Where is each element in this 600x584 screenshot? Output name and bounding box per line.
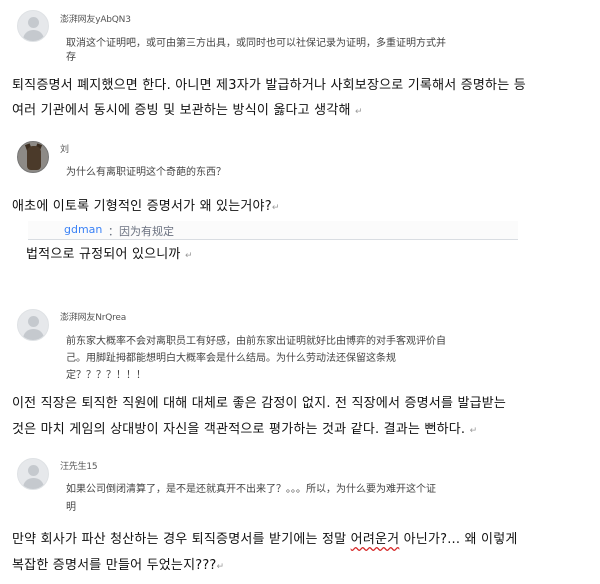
comment-text-line: 定？？？？！！！ — [66, 370, 146, 381]
translation-line: 복잡한 증명서를 만들어 두었는지???↵ — [12, 558, 225, 573]
comment-text-line: 存 — [66, 52, 76, 63]
comment-username[interactable]: 澎湃网友NrQrea — [60, 310, 126, 323]
avatar[interactable] — [17, 309, 49, 341]
return-mark-icon: ↵ — [355, 107, 363, 117]
comment-3: 澎湃网友NrQrea 前东家大概率不会对离职员工有好感，由前东家出证明就好比由博… — [0, 300, 600, 384]
comment-text-line: 如果公司倒闭清算了，是不是还就真开不出来了？。。。所以，为什么要为难开这个证 — [66, 484, 436, 495]
quote-text: ：因为有规定 — [108, 225, 174, 238]
return-mark-icon: ↵ — [216, 562, 225, 572]
translation-line: 법적으로 규정되어 있으니까 ↵ — [26, 247, 193, 262]
translation-line: 것은 마치 게임의 상대방이 자신을 객관적으로 평가하는 것과 같다. 결과는… — [12, 422, 478, 437]
return-mark-icon: ↵ — [271, 203, 280, 213]
comment-text-line: 己。用脚趾拇都能想明白大概率会是什么结局。为什么劳动法还保留这条规 — [66, 353, 396, 364]
comment-username[interactable]: 刘 — [60, 142, 69, 155]
translation-line: 여러 기관에서 동시에 증빙 및 보관하는 방식이 옳다고 생각해 ↵ — [12, 103, 363, 118]
translation-line: 만약 회사가 파산 청산하는 경우 퇴직증명서를 받기에는 정말 어려운거 아닌… — [12, 532, 518, 547]
return-mark-icon: ↵ — [469, 426, 478, 436]
avatar[interactable] — [17, 458, 49, 490]
spellcheck-word[interactable]: 어려운거 — [351, 532, 400, 547]
comment-text-line: 为什么有离职证明这个奇葩的东西？ — [66, 167, 226, 178]
comment-username[interactable]: 汪先生15 — [60, 459, 98, 472]
comment-1: 澎湃网友yAbQN3 取消这个证明吧，或可由第三方出具，或同时也可以社保记录为证… — [0, 0, 600, 66]
comment-2: 刘 为什么有离职证明这个奇葩的东西？ — [0, 132, 600, 186]
return-mark-icon: ↵ — [184, 251, 193, 261]
translation-line: 퇴직증명서 폐지했으면 한다. 아니면 제3자가 발급하거나 사회보장으로 기록… — [12, 78, 526, 93]
translation-line: 이전 직장은 퇴직한 직원에 대해 대체로 좋은 감정이 없지. 전 직장에서 … — [12, 396, 507, 411]
default-user-icon — [28, 17, 39, 28]
comment-4: 汪先生15 如果公司倒闭清算了，是不是还就真开不出来了？。。。所以，为什么要为难… — [0, 452, 600, 520]
quote-username[interactable]: gdman — [64, 223, 102, 236]
avatar[interactable] — [17, 141, 49, 173]
comment-text-line: 取消这个证明吧，或可由第三方出具，或同时也可以社保记录为证明，多重证明方式并 — [66, 38, 446, 49]
translation-line: 애초에 이토록 기형적인 증명서가 왜 있는거야?↵ — [12, 199, 280, 214]
avatar[interactable] — [17, 10, 49, 42]
comment-username[interactable]: 澎湃网友yAbQN3 — [60, 12, 131, 25]
default-user-icon — [28, 465, 39, 476]
default-user-icon — [28, 316, 39, 327]
comment-text-line: 前东家大概率不会对离职员工有好感，由前东家出证明就好比由博弈的对手客观评价自 — [66, 336, 446, 347]
comment-text-line: 明 — [66, 502, 76, 513]
